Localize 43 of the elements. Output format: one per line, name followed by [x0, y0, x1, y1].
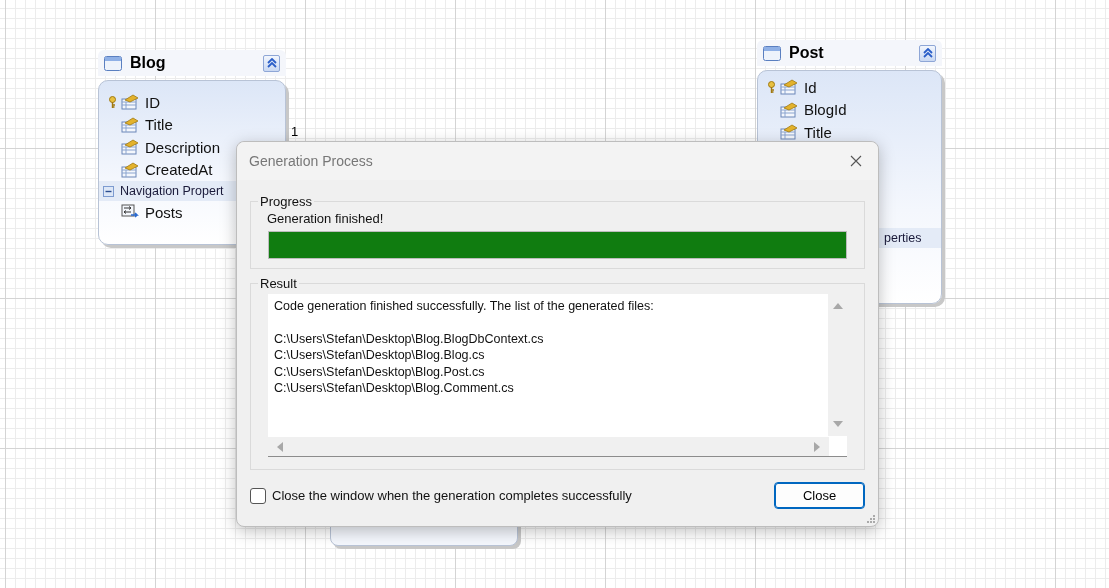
property-name: CreatedAt: [145, 161, 213, 179]
collapse-button[interactable]: [919, 44, 936, 62]
file-path: C:\Users\Stefan\Desktop\Blog.Blog.cs: [274, 347, 486, 364]
collapse-icon[interactable]: [103, 185, 114, 197]
collapse-button[interactable]: [263, 54, 280, 72]
status-text: Generation finished!: [267, 211, 385, 226]
group-label: Result: [259, 276, 298, 291]
result-message: Code generation finished successfully. The list of the generated files:: [274, 298, 655, 315]
property-icon: [780, 79, 798, 96]
entity-name: Blog: [130, 54, 167, 72]
property-icon: [121, 94, 139, 111]
scroll-right-icon[interactable]: [814, 441, 821, 452]
window-title: Generation Process: [249, 153, 373, 169]
file-path: C:\Users\Stefan\Desktop\Blog.Comment.cs: [274, 380, 515, 397]
checkbox[interactable]: [250, 487, 266, 504]
file-path: C:\Users\Stefan\Desktop\Blog.Post.cs: [274, 363, 486, 380]
file-path: C:\Users\Stefan\Desktop\Blog.BlogDbContext.cs: [274, 330, 545, 347]
property-icon: [121, 139, 139, 156]
checkbox-label: Close the window when the generation completes successfully: [272, 488, 632, 503]
result-textbox[interactable]: [268, 294, 847, 457]
property-name: ID: [145, 93, 160, 111]
property-icon: [121, 116, 139, 133]
table-icon: [104, 55, 122, 71]
scroll-up-icon[interactable]: [832, 302, 843, 309]
property-name: Title: [145, 116, 173, 134]
multiplicity-label: 1: [291, 124, 299, 139]
horizontal-scrollbar[interactable]: [268, 437, 829, 456]
scroll-left-icon[interactable]: [276, 441, 283, 452]
property-icon: [780, 101, 798, 118]
resize-grip-icon[interactable]: [867, 515, 875, 523]
close-button[interactable]: Close: [774, 482, 865, 509]
scroll-down-icon[interactable]: [832, 421, 843, 428]
property-name: Id: [804, 78, 817, 96]
property-name: Title: [804, 123, 832, 141]
section-label: Navigation Propert: [120, 184, 224, 198]
property-name: BlogId: [804, 101, 847, 119]
table-icon: [763, 45, 781, 61]
property-icon: [121, 161, 139, 178]
property-name: Description: [145, 138, 221, 156]
group-label: Progress: [259, 194, 314, 209]
entity-name: Post: [789, 44, 825, 62]
navigation-property: Posts: [145, 203, 183, 221]
section-label: perties: [884, 230, 922, 245]
